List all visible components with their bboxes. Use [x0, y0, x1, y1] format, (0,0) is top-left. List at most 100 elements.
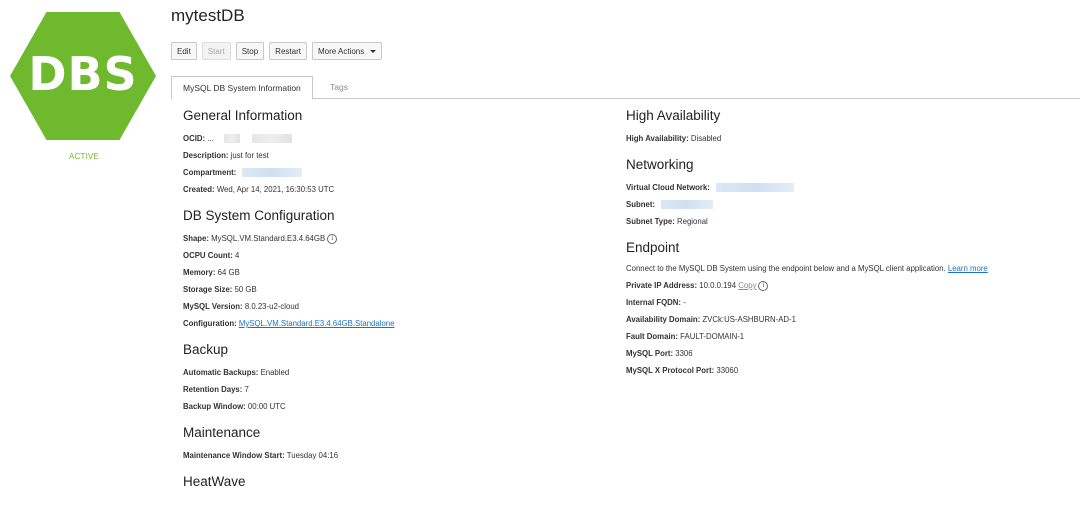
version-row: MySQL Version: 8.0.23-u2-cloud	[183, 298, 603, 315]
more-actions-button[interactable]: More Actions	[311, 42, 383, 60]
left-column: General Information OCID: ... Descriptio…	[183, 108, 603, 489]
restart-button[interactable]: Restart	[269, 42, 307, 60]
info-icon[interactable]: i	[758, 280, 769, 291]
storage-value: 50 GB	[234, 285, 257, 294]
tab-mysql-db-system-information[interactable]: MySQL DB System Information	[171, 76, 313, 100]
redacted-compartment[interactable]	[242, 168, 303, 178]
memory-label: Memory:	[183, 268, 216, 277]
created-row: Created: Wed, Apr 14, 2021, 16:30:53 UTC	[183, 181, 603, 198]
version-value: 8.0.23-u2-cloud	[244, 302, 300, 311]
retention-days-label: Retention Days:	[183, 385, 243, 394]
retention-days-row: Retention Days: 7	[183, 381, 603, 398]
fault-domain-value: FAULT-DOMAIN-1	[680, 332, 745, 341]
tab-tags[interactable]: Tags	[319, 76, 359, 98]
redacted-ocid	[251, 134, 292, 144]
endpoint-heading: Endpoint	[626, 240, 680, 255]
caret-down-icon	[370, 49, 377, 53]
availability-domain-row: Availability Domain: ZVCk:US-ASHBURN-AD-…	[626, 311, 1066, 328]
ocpu-row: OCPU Count: 4	[183, 247, 603, 264]
private-ip-value: 10.0.0.194	[699, 281, 737, 290]
mysql-x-port-value: 33060	[716, 366, 739, 375]
redacted-ocid	[223, 134, 240, 144]
badge-text: DBS	[28, 47, 138, 101]
subnet-row: Subnet:	[626, 196, 1066, 213]
ocid-value: ...	[207, 134, 214, 143]
maintenance-window-row: Maintenance Window Start: Tuesday 04:16	[183, 447, 603, 464]
right-column: High Availability High Availability: Dis…	[626, 108, 1066, 379]
high-availability-value: Disabled	[690, 134, 722, 143]
ocpu-label: OCPU Count:	[183, 251, 233, 260]
automatic-backups-row: Automatic Backups: Enabled	[183, 364, 603, 381]
mysql-x-port-row: MySQL X Protocol Port: 33060	[626, 362, 1066, 379]
action-bar: Edit Start Stop Restart More Actions	[171, 42, 383, 60]
networking-heading: Networking	[626, 157, 694, 172]
ocpu-value: 4	[234, 251, 240, 260]
automatic-backups-value: Enabled	[260, 368, 290, 377]
private-ip-label: Private IP Address:	[626, 281, 698, 290]
shape-value: MySQL.VM.Standard.E3.4.64GB	[211, 234, 326, 243]
fault-domain-label: Fault Domain:	[626, 332, 678, 341]
availability-domain-label: Availability Domain:	[626, 315, 701, 324]
subnet-type-value: Regional	[676, 217, 708, 226]
configuration-row: Configuration: MySQL.VM.Standard.E3.4.64…	[183, 315, 603, 332]
shape-row: Shape: MySQL.VM.Standard.E3.4.64GB i	[183, 230, 603, 247]
created-value: Wed, Apr 14, 2021, 16:30:53 UTC	[216, 185, 335, 194]
subnet-type-label: Subnet Type:	[626, 217, 675, 226]
maintenance-window-value: Tuesday 04:16	[286, 451, 339, 460]
mysql-port-value: 3306	[675, 349, 693, 358]
backup-window-value: 00:00 UTC	[247, 402, 286, 411]
configuration-link[interactable]: MySQL.VM.Standard.E3.4.64GB.Standalone	[239, 319, 395, 328]
description-label: Description:	[183, 151, 229, 160]
subnet-type-row: Subnet Type: Regional	[626, 213, 1066, 230]
mysql-x-port-label: MySQL X Protocol Port:	[626, 366, 715, 375]
fault-domain-row: Fault Domain: FAULT-DOMAIN-1	[626, 328, 1066, 345]
vcn-label: Virtual Cloud Network:	[626, 183, 710, 192]
learn-more-link[interactable]: Learn more	[948, 264, 988, 273]
redacted-subnet[interactable]	[661, 200, 714, 210]
subnet-label: Subnet:	[626, 200, 656, 209]
high-availability-heading: High Availability	[626, 108, 721, 123]
endpoint-description-text: Connect to the MySQL DB System using the…	[626, 264, 946, 273]
shape-label: Shape:	[183, 234, 209, 243]
hexagon-logo: DBS	[10, 12, 156, 140]
tab-bar: MySQL DB System Information Tags	[171, 76, 1080, 100]
retention-days-value: 7	[244, 385, 249, 394]
version-label: MySQL Version:	[183, 302, 243, 311]
description-value: just for test	[230, 151, 269, 160]
db-system-configuration-heading: DB System Configuration	[183, 208, 335, 223]
compartment-label: Compartment:	[183, 168, 237, 177]
edit-button[interactable]: Edit	[171, 42, 197, 60]
availability-domain-value: ZVCk:US-ASHBURN-AD-1	[702, 315, 796, 324]
backup-window-label: Backup Window:	[183, 402, 246, 411]
internal-fqdn-row: Internal FQDN: -	[626, 294, 1066, 311]
automatic-backups-label: Automatic Backups:	[183, 368, 259, 377]
internal-fqdn-label: Internal FQDN:	[626, 298, 682, 307]
internal-fqdn-value: -	[683, 298, 686, 307]
storage-label: Storage Size:	[183, 285, 233, 294]
maintenance-heading: Maintenance	[183, 425, 261, 440]
endpoint-description: Connect to the MySQL DB System using the…	[626, 260, 1066, 277]
general-information-heading: General Information	[183, 108, 303, 123]
created-label: Created:	[183, 185, 215, 194]
memory-value: 64 GB	[217, 268, 240, 277]
storage-row: Storage Size: 50 GB	[183, 281, 603, 298]
start-button[interactable]: Start	[201, 42, 231, 60]
vcn-row: Virtual Cloud Network:	[626, 179, 1066, 196]
mysql-port-row: MySQL Port: 3306	[626, 345, 1066, 362]
high-availability-label: High Availability:	[626, 134, 689, 143]
db-system-badge: DBS	[10, 12, 156, 140]
copy-link[interactable]: Copy	[738, 281, 756, 290]
ocid-label: OCID:	[183, 134, 206, 143]
status-label: ACTIVE	[69, 152, 100, 161]
backup-window-row: Backup Window: 00:00 UTC	[183, 398, 603, 415]
redacted-vcn[interactable]	[716, 183, 795, 193]
stop-button[interactable]: Stop	[235, 42, 265, 60]
compartment-row: Compartment:	[183, 164, 603, 181]
info-icon[interactable]: i	[327, 233, 338, 244]
restart-button-label: Restart	[275, 46, 301, 56]
maintenance-window-label: Maintenance Window Start:	[183, 451, 285, 460]
backup-heading: Backup	[183, 342, 229, 357]
mysql-port-label: MySQL Port:	[626, 349, 674, 358]
memory-row: Memory: 64 GB	[183, 264, 603, 281]
page-title: mytestDB	[171, 6, 245, 25]
